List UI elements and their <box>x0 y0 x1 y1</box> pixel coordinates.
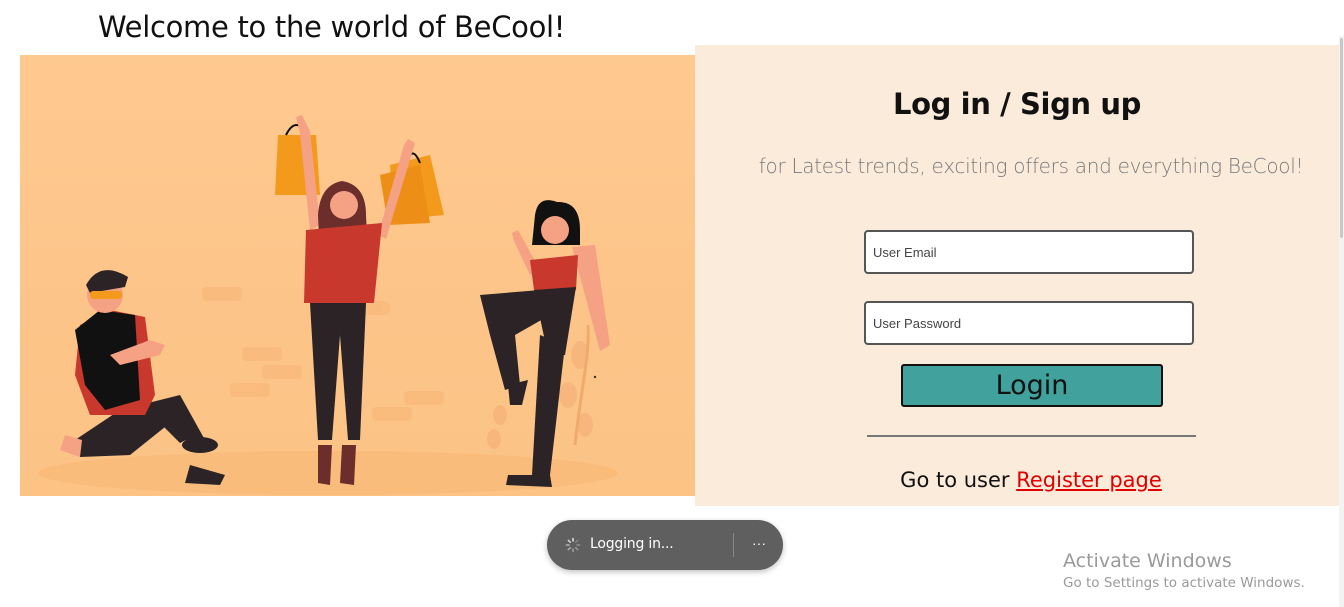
register-link[interactable]: Register page <box>1016 468 1162 492</box>
divider <box>867 435 1196 437</box>
toast-text: Logging in... <box>590 536 674 552</box>
welcome-heading: Welcome to the world of BeCool! <box>98 10 566 44</box>
toast-separator <box>733 533 734 557</box>
login-button[interactable]: Login <box>901 364 1163 407</box>
panel-subtitle: for Latest trends, exciting offers and e… <box>758 154 1304 178</box>
activate-windows-watermark: Activate Windows Go to Settings to activ… <box>1063 550 1305 591</box>
more-horizontal-icon[interactable]: ··· <box>747 533 771 555</box>
logging-in-toast: Logging in... ··· <box>547 520 783 570</box>
loading-spinner-icon <box>565 537 581 553</box>
watermark-subtitle: Go to Settings to activate Windows. <box>1063 575 1305 591</box>
email-input[interactable] <box>864 230 1194 274</box>
password-input[interactable] <box>864 301 1194 345</box>
register-prompt: Go to user Register page <box>695 468 1344 492</box>
login-panel: Log in / Sign up for Latest trends, exci… <box>695 45 1339 506</box>
scrollbar-thumb[interactable] <box>1340 38 1343 238</box>
register-prefix: Go to user <box>900 468 1010 492</box>
hero-illustration <box>20 55 695 496</box>
panel-title: Log in / Sign up <box>893 87 1141 121</box>
watermark-title: Activate Windows <box>1063 550 1232 572</box>
